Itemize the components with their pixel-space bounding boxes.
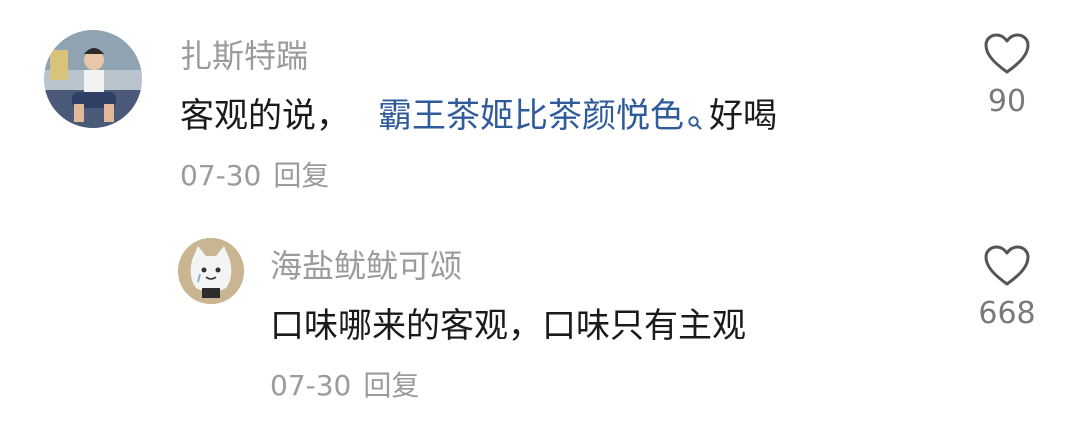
comment-text: 客观的说， 霸王茶姬比茶颜悦色 好喝 — [180, 94, 777, 142]
comment-1: 扎斯特踹 客观的说， 霸王茶姬比茶颜悦色 好喝 07-30 回复 90 — [0, 0, 1080, 210]
reply-button[interactable]: 回复 — [363, 369, 419, 402]
like-count: 90 — [987, 84, 1027, 119]
comment-date: 07-30 — [270, 369, 352, 402]
search-icon[interactable] — [687, 98, 703, 142]
avatar-photo — [44, 30, 142, 128]
comment-text-prefix: 客观的说， — [180, 96, 350, 136]
like-control[interactable]: 668 — [962, 244, 1052, 332]
reply-button[interactable]: 回复 — [273, 159, 329, 192]
comment-meta: 07-30 回复 — [180, 158, 329, 194]
like-control[interactable]: 90 — [962, 32, 1052, 120]
heart-outline-icon[interactable] — [983, 32, 1031, 76]
comment-2: 海盐鱿鱿可颂 口味哪来的客观，口味只有主观 07-30 回复 668 — [0, 210, 1080, 431]
comment-author[interactable]: 扎斯特踹 — [180, 36, 308, 76]
like-count: 668 — [978, 296, 1036, 331]
comment-text: 口味哪来的客观，口味只有主观 — [270, 306, 746, 346]
avatar-photo — [178, 238, 244, 304]
comment-text-suffix: 好喝 — [709, 96, 777, 136]
comment-meta: 07-30 回复 — [270, 368, 419, 404]
search-link[interactable]: 霸王茶姬比茶颜悦色 — [378, 96, 684, 136]
comment-date: 07-30 — [180, 159, 262, 192]
comment-author[interactable]: 海盐鱿鱿可颂 — [270, 246, 462, 286]
avatar[interactable] — [44, 30, 142, 128]
heart-outline-icon[interactable] — [983, 244, 1031, 288]
avatar[interactable] — [178, 238, 244, 304]
